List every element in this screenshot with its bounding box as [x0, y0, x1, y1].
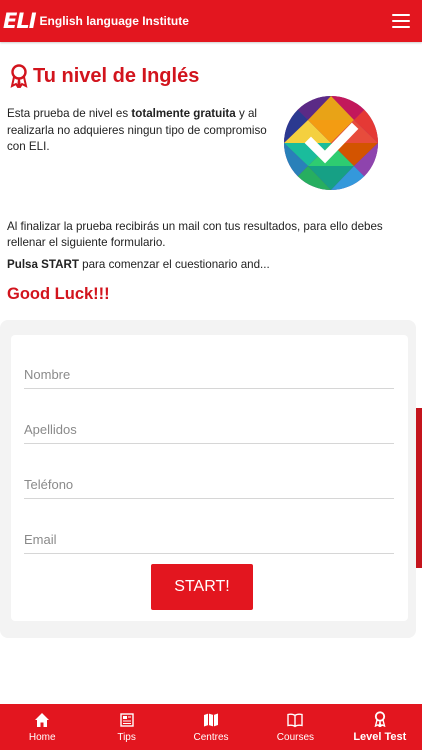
tab-tips[interactable]: Tips [84, 704, 168, 750]
form-container: START! [0, 320, 416, 638]
telefono-input[interactable] [24, 471, 394, 499]
start-instructions-text: Pulsa START para comenzar el cuestionari… [7, 258, 270, 271]
app-header: ELI English language Institute [0, 0, 422, 42]
page-title: Tu nivel de Inglés [33, 64, 200, 87]
award-icon [374, 711, 386, 727]
tab-home[interactable]: Home [0, 704, 84, 750]
side-edge [416, 408, 422, 568]
apellidos-input[interactable] [24, 416, 394, 444]
hamburger-icon[interactable] [392, 14, 410, 28]
eli-logo[interactable]: ELI English language Institute [3, 8, 189, 33]
newspaper-icon [119, 712, 134, 727]
award-icon [10, 64, 28, 88]
tab-label: Tips [117, 731, 136, 743]
intro-text: Esta prueba de nivel es totalmente gratu… [7, 107, 267, 153]
nombre-input[interactable] [24, 361, 394, 389]
level-test-form: START! [11, 335, 408, 621]
home-icon [35, 712, 50, 727]
logo-mark: ELI [3, 8, 37, 33]
tab-label: Level Test [353, 731, 407, 743]
tab-courses[interactable]: Courses [253, 704, 337, 750]
start-button[interactable]: START! [151, 564, 253, 610]
email-input[interactable] [24, 526, 394, 554]
checkmark-badge-icon [284, 96, 378, 190]
tab-label: Home [28, 731, 56, 743]
page-title-row: Tu nivel de Inglés [9, 64, 199, 88]
instructions-text: Al finalizar la prueba recibirás un mail… [7, 220, 383, 249]
tab-centres[interactable]: Centres [169, 704, 253, 750]
map-icon [204, 713, 219, 726]
good-luck-heading: Good Luck!!! [7, 285, 110, 303]
tab-label: Centres [193, 731, 229, 743]
tab-level-test[interactable]: Level Test [338, 704, 422, 750]
logo-text: English language Institute [39, 14, 189, 28]
bottom-tab-bar: Home Tips Centres Courses Level Test [0, 704, 422, 750]
tab-label: Courses [276, 731, 315, 743]
book-icon [287, 713, 304, 727]
